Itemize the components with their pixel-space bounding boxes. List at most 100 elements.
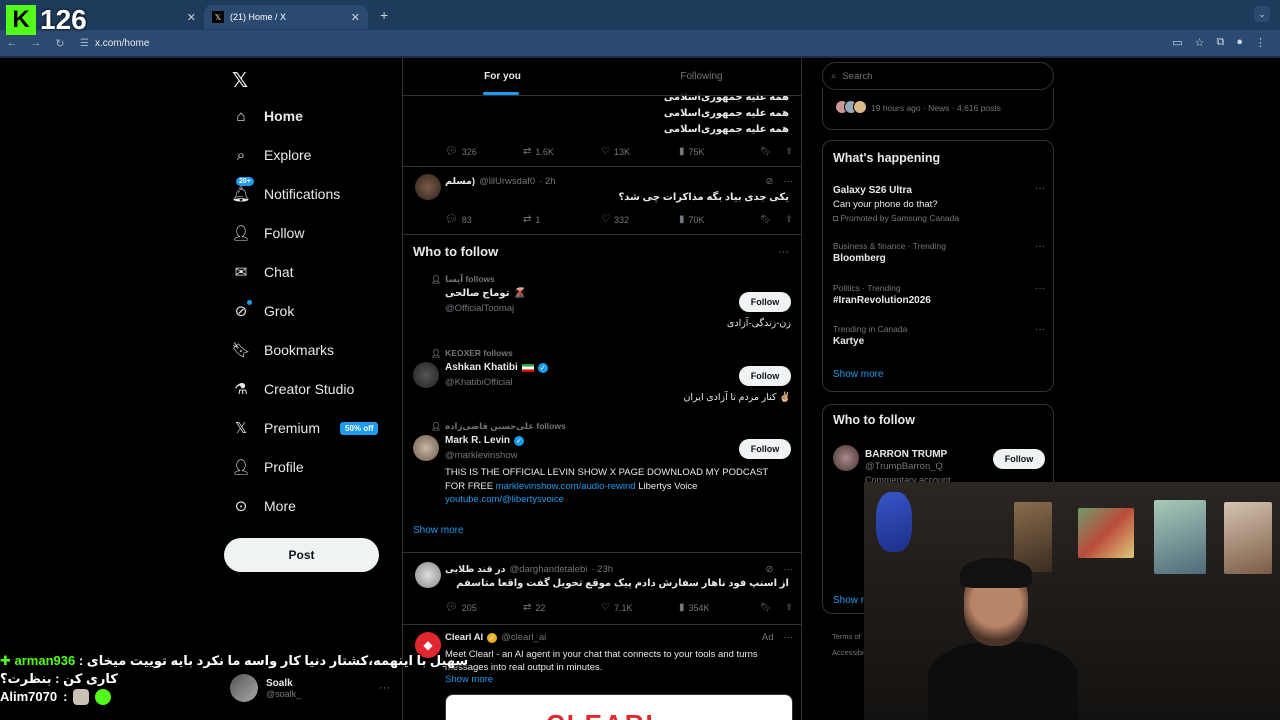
panel-title: What's happening (833, 151, 941, 165)
reload-icon[interactable]: ↻ (48, 37, 72, 50)
nav-more[interactable]: ⊙ More (232, 490, 296, 522)
footer-link[interactable]: Accessibi (832, 648, 864, 657)
like-button[interactable]: ♡ 13K (601, 146, 679, 157)
repost-button[interactable]: ⇄ 1.6K (523, 146, 601, 157)
follow-button[interactable]: Follow (739, 366, 791, 386)
tab-for-you[interactable]: For you (403, 58, 602, 95)
more-dots-icon[interactable]: ··· (1035, 241, 1045, 252)
nav-notifications[interactable]: 🔔︎ 20+ Notifications (231, 177, 340, 210)
footer-link[interactable]: Terms of (832, 632, 861, 641)
share-icon[interactable]: ⇪ (785, 602, 793, 613)
back-icon[interactable]: ← (0, 37, 24, 49)
grok-icon[interactable]: ⊘ (766, 176, 774, 187)
follow-button[interactable]: Follow (739, 439, 791, 459)
search-input[interactable]: ⌕ Search (822, 62, 1054, 90)
bookmark-star-icon[interactable]: ☆ (1195, 36, 1205, 49)
repost-button[interactable]: ⇄ 22 (523, 602, 601, 613)
follow-suggestion[interactable]: BARRON TRUMP @TrumpBarron_Q Commentary a… (833, 445, 1045, 485)
bookmark-icon[interactable]: 🔖︎ (760, 214, 771, 225)
post-button[interactable]: Post (224, 538, 379, 572)
x-favicon-icon: 𝕏 (212, 11, 224, 23)
follow-button[interactable]: Follow (739, 292, 791, 312)
author-name[interactable]: مسلم) (445, 176, 475, 187)
bio-link[interactable]: youtube.com/@libertysvoice (445, 494, 564, 505)
author-name[interactable]: Clearl AI (445, 632, 483, 643)
address-bar[interactable]: ☰ x.com/home (80, 38, 149, 49)
trend-item[interactable]: Business & finance · Trending Bloomberg … (833, 241, 1045, 264)
site-info-icon[interactable]: ☰ (80, 38, 89, 49)
author-handle[interactable]: @lilUrwsdaf0 (479, 176, 535, 187)
nav-follow[interactable]: 👤︎ Follow (231, 217, 304, 249)
more-dots-icon[interactable]: ··· (1035, 324, 1045, 335)
install-app-icon[interactable]: ▭ (1172, 36, 1182, 49)
nav-grok[interactable]: ⊘ Grok (232, 295, 294, 327)
like-button[interactable]: ♡ 332 (601, 214, 679, 225)
tab-following[interactable]: Following (602, 58, 801, 95)
author-handle[interactable]: @clearl_ai (501, 632, 546, 643)
kick-logo-icon: K (6, 5, 36, 35)
close-tab-icon[interactable]: ✕ (187, 11, 196, 24)
tweet-divider (403, 624, 801, 625)
like-button[interactable]: ♡ 7.1K (601, 602, 679, 613)
trend-item[interactable]: Trending in Canada Kartye ··· (833, 324, 1045, 347)
author-name[interactable]: در قند طلایی (445, 564, 506, 575)
nav-home[interactable]: ⌂ Home (232, 100, 302, 132)
trend-promoted: ◘ Promoted by Samsung Canada (833, 213, 1045, 223)
reply-button[interactable]: 💬︎ 83 (445, 214, 523, 225)
views-button[interactable]: ▮ 354K (679, 602, 757, 613)
views-icon: ▮ (679, 146, 685, 157)
follow-button[interactable]: Follow (993, 449, 1045, 469)
grok-icon[interactable]: ⊘ (766, 564, 774, 575)
nav-chat[interactable]: ✉ Chat (232, 256, 294, 288)
follow-suggestion[interactable]: 👤︎ KEOXER follows Ashkan Khatibi ✓ @Khatib… (413, 348, 791, 408)
more-dots-icon[interactable]: ··· (784, 632, 794, 643)
smile-emote-icon (95, 689, 112, 705)
bookmark-icon[interactable]: 🔖︎ (760, 602, 771, 613)
forward-icon[interactable]: → (24, 37, 48, 49)
more-dots-icon[interactable]: ··· (1035, 183, 1045, 194)
x-logo-icon[interactable]: 𝕏 (232, 68, 248, 93)
close-tab-icon[interactable]: ✕ (351, 11, 360, 24)
tweet-time[interactable]: · 23h (591, 564, 613, 575)
follow-suggestion[interactable]: 👤︎ آیسا follows توماج صالحی 🌋 @OfficialToo… (413, 274, 791, 334)
tweet-actions: 💬︎ 83 ⇄ 1 ♡ 332 ▮ 70K 🔖︎ ⇪ (445, 214, 793, 225)
nav-bookmarks[interactable]: 🔖︎ Bookmarks (231, 334, 334, 366)
share-icon[interactable]: ⇪ (785, 146, 793, 157)
wall-art (1078, 508, 1134, 558)
show-more-link[interactable]: Show more (833, 369, 884, 380)
browser-menu-icon[interactable]: ⋮ (1255, 36, 1266, 49)
more-dots-icon[interactable]: ··· (778, 246, 789, 258)
views-button[interactable]: ▮ 75K (679, 146, 757, 157)
more-dots-icon[interactable]: ··· (1035, 283, 1045, 294)
show-more-link[interactable]: Show more (413, 525, 464, 536)
reply-icon: 💬︎ (445, 602, 458, 613)
home-timeline: For you Following همه علیه جمهوری‌اسلامی… (402, 58, 802, 720)
avatar[interactable] (415, 562, 441, 588)
nav-premium[interactable]: 𝕏 Premium 50% off (232, 412, 379, 444)
author-handle[interactable]: @darghandetalebi (510, 564, 588, 575)
reply-button[interactable]: 💬︎ 205 (445, 602, 523, 613)
suggestion-handle: @TrumpBarron_Q (865, 461, 943, 472)
avatar[interactable] (415, 174, 441, 200)
person-plus-icon: 👤︎ (231, 225, 251, 242)
news-card[interactable]: 19 hours ago · News · 4,616 posts (822, 88, 1054, 130)
reply-button[interactable]: 💬︎ 326 (445, 146, 523, 157)
trend-item[interactable]: Galaxy S26 Ultra Can your phone do that?… (833, 183, 1045, 223)
trend-item[interactable]: Politics · Trending #IranRevolution2026 … (833, 283, 1045, 306)
profile-avatar-icon[interactable]: ● (1236, 36, 1243, 49)
bio-link[interactable]: marklevinshow.com/audio-rewind (496, 481, 636, 492)
nav-explore[interactable]: ⌕ Explore (232, 139, 312, 171)
tweet-time[interactable]: · 2h (539, 176, 555, 187)
browser-tab-2[interactable]: 𝕏 (21) Home / X ✕ (204, 5, 368, 29)
bookmark-icon[interactable]: 🔖︎ (760, 146, 771, 157)
new-tab-icon[interactable]: + (380, 7, 388, 23)
nav-creator-studio[interactable]: ⚗ Creator Studio (232, 373, 354, 405)
more-dots-icon[interactable]: ··· (784, 176, 794, 187)
views-button[interactable]: ▮ 70K (679, 214, 757, 225)
tab-search-icon[interactable]: ⌄ (1254, 6, 1270, 22)
repost-button[interactable]: ⇄ 1 (523, 214, 601, 225)
share-icon[interactable]: ⇪ (785, 214, 793, 225)
nav-profile[interactable]: 👤︎ Profile (231, 451, 303, 483)
extensions-icon[interactable]: ⧉ (1216, 36, 1224, 49)
more-dots-icon[interactable]: ··· (784, 564, 794, 575)
